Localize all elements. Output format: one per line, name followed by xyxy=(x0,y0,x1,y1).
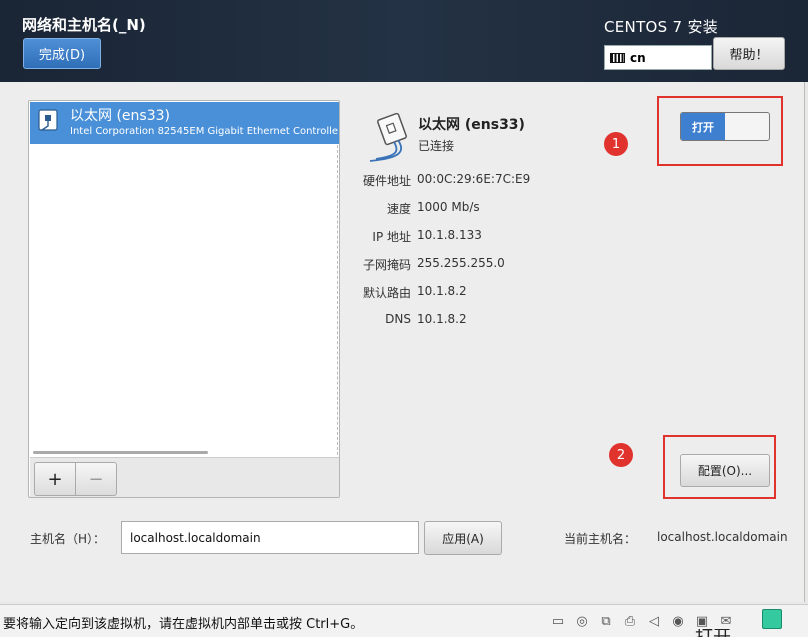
ethernet-icon xyxy=(369,112,407,162)
property-value: 1000 Mb/s xyxy=(417,200,480,214)
device-detail-name: 以太网 (ens33) xyxy=(418,117,525,133)
property-value: 10.1.8.2 xyxy=(417,312,467,326)
toggle-on-label: 打开 xyxy=(681,113,725,140)
hostname-input[interactable]: localhost.localdomain xyxy=(121,521,419,554)
horizontal-scrollbar[interactable] xyxy=(33,451,208,454)
header-bar: 网络和主机名(_N) 完成(D) CENTOS 7 安装 cn 帮助！ xyxy=(0,0,808,82)
printer-icon[interactable]: ⎙ xyxy=(620,611,640,631)
annotation-marker-1: 1 xyxy=(604,132,628,156)
property-label: 硬件地址 xyxy=(362,174,411,188)
keyboard-layout-indicator[interactable]: cn xyxy=(604,45,712,70)
network-icon[interactable]: ⧉ xyxy=(596,611,616,631)
device-name: 以太网 (ens33) xyxy=(70,108,170,124)
note-icon[interactable] xyxy=(762,609,782,629)
apply-button[interactable]: 应用(A) xyxy=(424,521,502,555)
config-highlight: 配置(O)... xyxy=(663,435,776,499)
done-button[interactable]: 完成(D) xyxy=(23,38,101,69)
hdd-icon[interactable]: ▭ xyxy=(548,611,568,631)
help-button[interactable]: 帮助！ xyxy=(713,37,785,70)
property-value: 00:0C:29:6E:7C:E9 xyxy=(417,172,531,186)
current-hostname-value: localhost.localdomain xyxy=(657,530,788,544)
vm-status-bar: 要将输入定向到该虚拟机，请在虚拟机内部单击或按 Ctrl+G。 ▭ ◎ ⧉ ⎙ … xyxy=(0,604,808,637)
device-toolbar: + − xyxy=(30,457,339,497)
list-divider xyxy=(337,145,338,455)
product-title: CENTOS 7 安装 xyxy=(604,18,719,36)
add-device-button[interactable]: + xyxy=(34,462,76,496)
connection-status: 已连接 xyxy=(418,139,455,153)
device-description: Intel Corporation 82545EM Gigabit Ethern… xyxy=(70,126,339,137)
current-hostname-label: 当前主机名： xyxy=(564,532,637,546)
property-value: 10.1.8.2 xyxy=(417,284,467,298)
property-label: 子网掩码 xyxy=(362,258,411,272)
usb-icon[interactable]: ◉ xyxy=(668,611,688,631)
keyboard-icon xyxy=(610,52,625,63)
sound-icon[interactable]: ◁ xyxy=(644,611,664,631)
ethernet-icon xyxy=(38,109,58,131)
network-main: 以太网 (ens33) Intel Corporation 82545EM Gi… xyxy=(0,82,805,602)
message-icon[interactable]: ✉ xyxy=(716,611,736,631)
clipped-text: 打开 xyxy=(695,629,731,637)
display-icon[interactable]: ▣ xyxy=(692,611,712,631)
remove-device-button[interactable]: − xyxy=(75,462,117,496)
list-item-ens33[interactable]: 以太网 (ens33) Intel Corporation 82545EM Gi… xyxy=(30,102,339,144)
annotation-marker-2: 2 xyxy=(609,443,633,467)
configure-button[interactable]: 配置(O)... xyxy=(680,454,770,487)
device-list: 以太网 (ens33) Intel Corporation 82545EM Gi… xyxy=(28,100,340,498)
hostname-label: 主机名（H）： xyxy=(30,532,106,546)
cd-icon[interactable]: ◎ xyxy=(572,611,592,631)
property-value: 10.1.8.133 xyxy=(417,228,482,242)
connection-toggle[interactable]: 打开 xyxy=(680,112,770,141)
keyboard-layout-label: cn xyxy=(630,50,646,65)
device-tray: ▭ ◎ ⧉ ⎙ ◁ ◉ ▣ ✉ xyxy=(548,611,736,631)
property-value: 255.255.255.0 xyxy=(417,256,505,270)
status-message: 要将输入定向到该虚拟机，请在虚拟机内部单击或按 Ctrl+G。 xyxy=(3,617,364,632)
page-title: 网络和主机名(_N) xyxy=(22,16,146,34)
toggle-highlight: 打开 xyxy=(657,96,783,166)
property-label: IP 地址 xyxy=(372,230,411,244)
property-label: 速度 xyxy=(386,202,411,216)
property-label: DNS xyxy=(385,312,411,326)
property-label: 默认路由 xyxy=(362,286,411,300)
